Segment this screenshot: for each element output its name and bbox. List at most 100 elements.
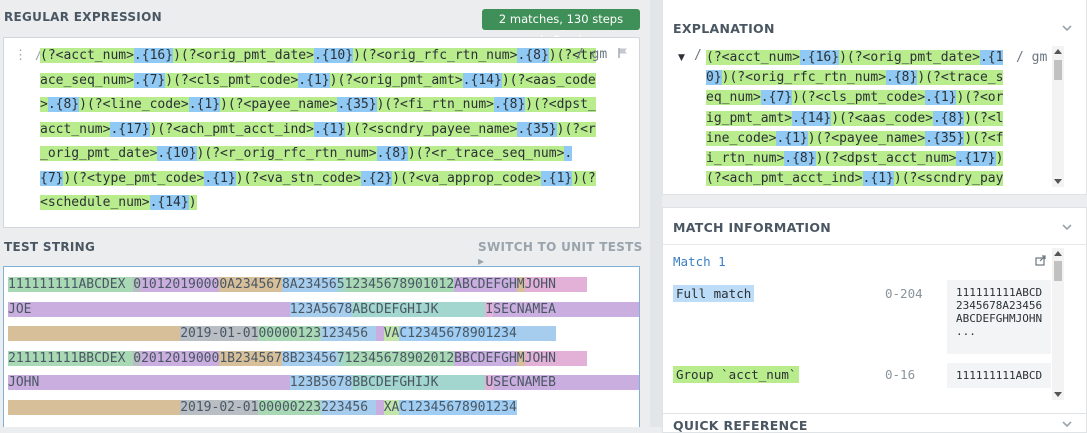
explanation-quantifier-token: .{7} [760,90,793,106]
full-match-value: 111111111ABCD 2345678A23456 ABCDEFGHMJOH… [947,280,1051,354]
regex-group-token: ) [235,170,244,186]
regex-group-token: ) [392,170,401,186]
flag-icon[interactable] [617,47,629,59]
regex-group-token: (?<cls_pmt_code> [173,72,299,88]
scroll-up-icon[interactable] [1054,49,1062,54]
regex-quantifier-token: .{10} [157,146,197,161]
match-group-highlight: M [516,350,525,366]
regex-group-token: ) [173,48,181,63]
scroll-thumb[interactable] [1054,261,1062,281]
match-group-highlight: ABCDEFGH [454,277,517,292]
match-group-highlight: 2012019000 [141,350,220,366]
match-group-highlight: 12345678901012 [344,277,455,292]
regex-quantifier-token: .{16} [133,48,174,63]
match-group-highlight: 12345678902012 [344,350,455,366]
test-string-input[interactable]: 111111111ABCDEX 010120190000A2345678A234… [3,266,640,427]
chevron-down-icon[interactable] [1062,222,1072,232]
explanation-group-token: ) [839,50,847,65]
scroll-down-icon[interactable] [1054,179,1062,184]
regex-quantifier-token: .{1} [540,170,573,186]
regex-quantifier-token: .{1} [204,170,236,186]
regex-group-token: ) [525,97,534,112]
regex-group-token: ) [407,146,416,161]
match-group-highlight: 0 [133,350,142,366]
match-group-highlight: JOE [8,301,290,317]
chevron-down-icon[interactable] [1062,23,1072,33]
full-match-range: 0-204 [885,286,923,301]
explanation-group-token: ) [917,70,926,86]
regex-quantifier-token: .{1} [313,121,346,137]
regex-quantifier-token: .{35} [337,97,377,112]
explanation-flags: / gm [1016,50,1048,65]
regex-group-token: (?<line_code> [86,97,189,112]
match-group-highlight: ABCDEFGHIJK [352,301,486,317]
switch-to-unit-tests-button[interactable]: SWITCH TO UNIT TESTS ▸ [478,240,650,268]
scroll-down-icon[interactable] [1054,392,1062,397]
explanation-group-token: ) [964,110,973,126]
test-string-line: 111111111ABCDEX 010120190000A2345678A234… [8,273,639,298]
regex-flags-text: / gm [575,47,608,62]
regex-group-token: (?<va_stn_code> [243,170,361,186]
scroll-thumb[interactable] [1054,60,1062,80]
regex-group-token: (?<orig_pmt_amt> [337,72,463,88]
regex-flags[interactable]: / gm [576,47,629,62]
explanation-title: EXPLANATION [673,21,775,36]
match-group-highlight: 00000223 [258,399,322,415]
match-group-highlight: 2019-02-01 [180,399,259,415]
regex-quantifier-token: .{35} [517,121,557,137]
explanation-panel: EXPLANATION ▼ / (?<acct_num>.{16})(?<ori… [662,0,1087,195]
match-scrollbar[interactable] [1052,248,1064,400]
quick-reference-panel: QUICK REFERENCE [662,413,1087,433]
match-group-highlight: 8B23456 [281,350,337,366]
test-string-title: TEST STRING [4,240,96,254]
regex-quantifier-token: .{1} [298,72,330,88]
match-group-highlight: SECNAMEA [493,301,639,317]
regex-group-token: (?<scndry_payee_name> [353,121,518,137]
test-string-line: 2019-01-0100000123123456 VAC123456789012… [8,322,639,347]
explanation-group-token: ) [807,130,816,146]
collapse-triangle-icon[interactable]: ▼ [678,53,685,63]
chevron-down-icon[interactable] [1062,419,1072,429]
explanation-quantifier-token: .{35} [925,130,965,146]
regex-pattern[interactable]: (?<acct_num>.{16})(?<orig_pmt_date>.{10}… [40,44,596,216]
match-group-highlight: 7 [336,350,345,366]
share-icon[interactable] [1035,254,1047,266]
match-group-highlight: SECNAMEB [493,375,639,390]
match-group-highlight: 223456 [321,399,376,415]
regex-group-token: (?<r_trace_seq_num> [415,146,565,161]
regex-group-token: (?<ach_pmt_acct_ind> [157,121,314,137]
match-group-highlight: 123456 [321,326,376,341]
explanation-scrollbar[interactable] [1052,46,1064,187]
regex-section-title: REGULAR EXPRESSION [4,10,162,24]
test-string-text[interactable]: 111111111ABCDEX 010120190000A2345678A234… [8,273,639,420]
match-group-highlight: XA [383,399,400,415]
explanation-quantifier-token: .{1} [862,171,894,187]
explanation-group-token: (?<dpst_acct_num> [823,151,957,167]
regex-group-token: ) [501,72,510,88]
regex-quantifier-token: .{10} [313,48,354,63]
regex-quantifier-token: .{17} [110,121,150,137]
column-divider[interactable] [650,0,662,427]
regex-group-token: (?<orig_rfc_rtn_num> [360,48,518,63]
explanation-quantifier-token: .{16} [799,50,840,65]
regex-input[interactable]: ⋮ / (?<acct_num>.{16})(?<orig_pmt_date>.… [3,37,640,228]
explanation-pattern: (?<acct_num>.{16})(?<orig_pmt_date>.{10}… [706,48,1006,188]
regex-quantifier-token: .{8} [376,146,408,161]
match-group-highlight: C12345678901234 [399,326,517,341]
match-group-highlight: 2019-01-01 [180,326,259,341]
scroll-up-icon[interactable] [1054,251,1062,256]
regex-quantifier-token: .{8} [493,97,526,112]
match-group-highlight: BBCDEFGHIJK [352,375,486,390]
explanation-group-token: (?<aas_code> [839,110,933,126]
group-acct-num-label: Group `acct_num` [673,366,800,383]
regex-group-token: (?<fi_rtn_num> [384,97,494,112]
group-acct-num-value: 111111111ABCD [947,363,1051,388]
match-group-highlight: 00000123 [258,326,322,341]
regex-quantifier-token: .{1} [188,97,221,112]
explanation-group-token: ) [995,151,1004,167]
match-1-label: Match 1 [673,254,726,269]
explanation-quantifier-token: .{8} [932,110,965,126]
match-information-panel: MATCH INFORMATION Match 1 Full match 0-2… [662,207,1087,427]
regex-quantifier-token: .{8} [517,48,549,63]
regex-group-token: ) [548,48,557,63]
